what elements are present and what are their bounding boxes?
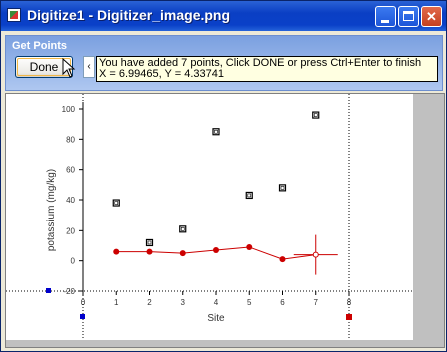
x-tick-label: 6 [280,298,285,307]
coordinate-readout: X = 6.99465, Y = 4.33741 [99,68,224,80]
digitizer-window: Digitize1 - Digitizer_image.png ✕ Get Po… [0,0,447,352]
square-data-point [145,238,154,247]
get-points-panel: Get Points Done ‹ You have added 7 point… [5,35,443,91]
x-tick-label: 8 [347,298,352,307]
digitized-data-point [213,247,219,254]
y-tick-label: 40 [66,196,75,205]
x-axis-label: Site [207,313,225,324]
square-data-point-inner [114,201,119,205]
window-title: Digitize1 - Digitizer_image.png [27,7,231,23]
collapse-panel-button[interactable]: ‹ [83,56,95,78]
y-tick-label: 100 [62,105,76,114]
vertical-scroll-area[interactable] [413,94,444,347]
digitized-chart[interactable]: -200204060801000 1 2 3 4 5 6 7 8Sitepotassium (m… [6,94,413,340]
digitized-data-point [179,250,186,257]
digitized-data-point [113,248,120,255]
minimize-button[interactable] [375,6,396,27]
maximize-icon [403,11,414,21]
digitized-data-point-current [312,251,319,258]
square-data-point [212,128,220,136]
digitized-data-point [146,248,153,255]
status-message-box: You have added 7 points, Click DONE or p… [96,56,438,82]
digitizer-plot-area[interactable]: -20 0 20 40 60 80 100 0 1 2 3 4 5 6 7 8 Site potassium (m… [5,93,445,348]
square-data-point-inner [180,227,185,231]
x2-calibration-marker [346,314,352,320]
square-data-point-inner [280,186,285,190]
digitized-data-point [279,256,286,263]
square-data-point [278,184,287,192]
square-data-point-inner [147,240,152,245]
x-tick-label: 3 [181,298,186,307]
digitized-data-point [246,244,253,251]
digitizer-app-icon[interactable] [7,8,21,22]
square-data-point-inner [313,113,318,117]
y-tick-label: 0 [71,257,76,266]
title-bar[interactable]: Digitize1 - Digitizer_image.png ✕ [1,1,446,31]
y-tick-label: 20 [66,226,75,235]
square-data-point [179,225,187,233]
bottom-scroll-area[interactable] [6,340,413,347]
y-tick-label: 60 [66,166,75,175]
y-calibration-marker [46,288,51,293]
maximize-button[interactable] [398,6,419,27]
panel-title: Get Points [12,40,68,52]
square-data-point [312,111,320,119]
minimize-icon [381,20,389,23]
square-data-point-inner [214,129,218,134]
close-button[interactable]: ✕ [421,6,442,27]
square-data-point [245,191,253,200]
x-tick-label: 4 [214,298,219,307]
y-tick-label: 80 [66,135,75,144]
x1-calibration-marker [80,314,85,319]
close-icon: ✕ [426,9,437,24]
x-tick-label: 2 [147,298,152,307]
square-data-point [112,199,120,207]
y-axis-label: potassium (mg/kg) [46,169,57,251]
x-tick-label: 7 [314,298,319,307]
mouse-cursor-icon [62,58,76,78]
x-tick-label: 0 [81,298,86,307]
x-tick-label: 5 [247,298,252,307]
x-tick-label: 1 [114,298,119,307]
square-data-point-inner [247,193,252,198]
